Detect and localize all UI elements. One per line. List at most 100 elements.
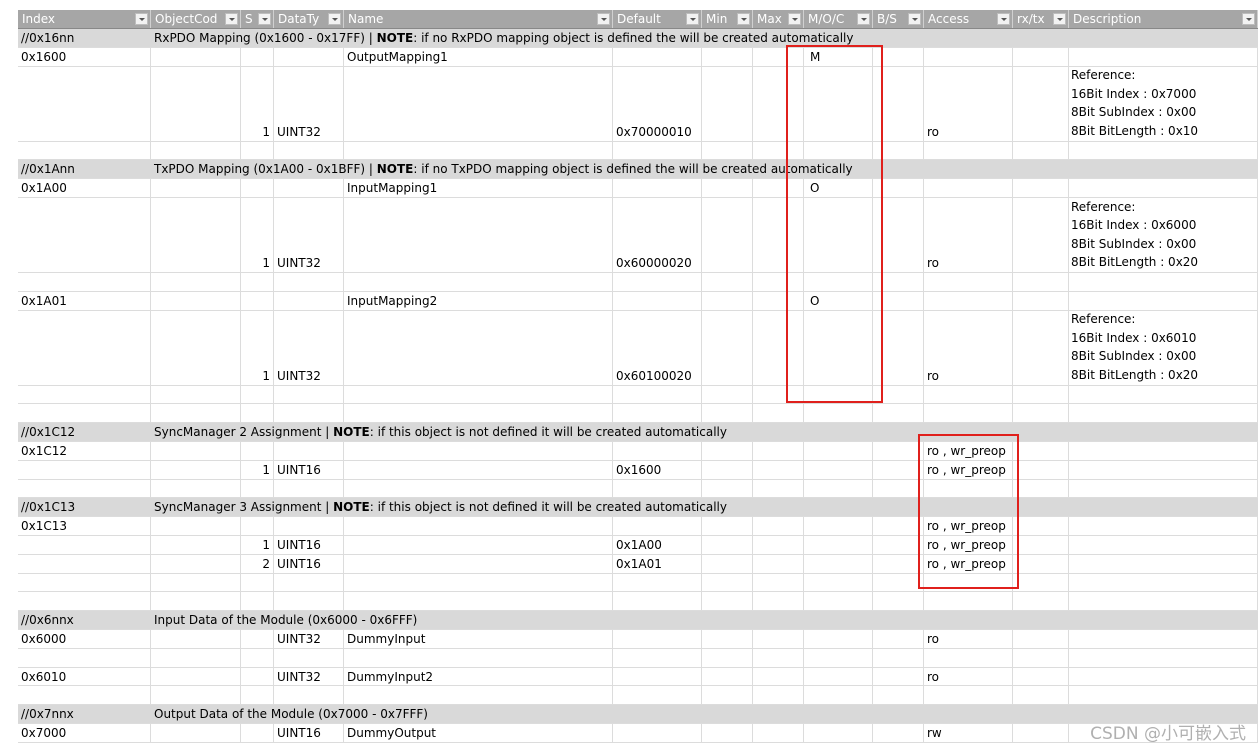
cell-desc[interactable] [1069,573,1258,592]
filter-dropdown-icon[interactable] [686,13,699,25]
cell-min[interactable] [702,310,753,385]
cell-ocode[interactable] [151,66,241,141]
cell-dtype[interactable] [274,517,344,535]
cell-sub[interactable] [241,686,274,705]
cell-moc[interactable] [804,404,873,423]
cell-moc[interactable] [804,310,873,385]
cell-max[interactable] [753,479,804,498]
cell-name[interactable] [344,441,613,460]
cell-ocode[interactable] [151,535,241,554]
cell-max[interactable] [753,441,804,460]
cell-default[interactable]: 0x60100020 [613,310,702,385]
cell-name[interactable]: InputMapping1 [344,179,613,197]
cell-bs[interactable] [873,385,924,404]
cell-index[interactable]: 0x1A00 [18,179,151,197]
filter-dropdown-icon[interactable] [788,13,801,25]
cell-sub[interactable] [241,141,274,160]
cell-name[interactable]: DummyOutput [344,723,613,742]
cell-rxtx[interactable] [1013,648,1069,667]
cell-bs[interactable] [873,460,924,479]
cell-ocode[interactable] [151,723,241,742]
cell-min[interactable] [702,197,753,272]
cell-bs[interactable] [873,667,924,686]
cell-name[interactable] [344,197,613,272]
column-header-min[interactable]: Min [702,10,753,28]
cell-max[interactable] [753,667,804,686]
cell-default[interactable]: 0x70000010 [613,66,702,141]
cell-sub[interactable]: 1 [241,460,274,479]
cell-name[interactable] [344,686,613,705]
cell-name[interactable] [344,66,613,141]
cell-dtype[interactable]: UINT16 [274,535,344,554]
cell-max[interactable] [753,385,804,404]
cell-name[interactable] [344,385,613,404]
cell-sub[interactable] [241,441,274,460]
cell-moc[interactable] [804,141,873,160]
cell-min[interactable] [702,535,753,554]
cell-rxtx[interactable] [1013,517,1069,535]
cell-name[interactable] [344,648,613,667]
cell-moc[interactable] [804,460,873,479]
cell-moc[interactable] [804,535,873,554]
cell-rxtx[interactable] [1013,554,1069,573]
cell-index[interactable] [18,535,151,554]
cell-rxtx[interactable] [1013,479,1069,498]
cell-rxtx[interactable] [1013,291,1069,310]
cell-moc[interactable] [804,441,873,460]
cell-bs[interactable] [873,554,924,573]
cell-max[interactable] [753,554,804,573]
cell-access[interactable]: ro [924,66,1013,141]
cell-sub[interactable] [241,592,274,611]
cell-dtype[interactable] [274,47,344,66]
filter-dropdown-icon[interactable] [258,13,271,25]
cell-dtype[interactable]: UINT32 [274,310,344,385]
cell-access[interactable]: ro [924,197,1013,272]
cell-ocode[interactable] [151,179,241,197]
cell-index[interactable]: 0x1A01 [18,291,151,310]
cell-ocode[interactable] [151,291,241,310]
cell-default[interactable] [613,648,702,667]
cell-access[interactable]: ro [924,629,1013,648]
cell-access[interactable] [924,404,1013,423]
cell-min[interactable] [702,141,753,160]
cell-moc[interactable] [804,554,873,573]
cell-access[interactable]: rw [924,723,1013,742]
cell-index[interactable]: 0x1C13 [18,517,151,535]
cell-ocode[interactable] [151,404,241,423]
cell-ocode[interactable] [151,441,241,460]
cell-name[interactable]: InputMapping2 [344,291,613,310]
cell-name[interactable] [344,573,613,592]
cell-index[interactable] [18,310,151,385]
cell-ocode[interactable] [151,310,241,385]
cell-desc[interactable] [1069,385,1258,404]
cell-rxtx[interactable] [1013,535,1069,554]
cell-index[interactable] [18,592,151,611]
cell-dtype[interactable] [274,686,344,705]
cell-access[interactable] [924,573,1013,592]
cell-access[interactable]: ro , wr_preop [924,441,1013,460]
cell-desc[interactable] [1069,291,1258,310]
cell-moc[interactable] [804,629,873,648]
cell-default[interactable]: 0x1600 [613,460,702,479]
cell-rxtx[interactable] [1013,272,1069,291]
cell-desc[interactable] [1069,47,1258,66]
cell-index[interactable]: //0x16nn [18,29,151,47]
column-header-default[interactable]: Default [613,10,702,28]
cell-moc[interactable] [804,517,873,535]
cell-access[interactable] [924,479,1013,498]
cell-access[interactable]: ro , wr_preop [924,517,1013,535]
cell-dtype[interactable]: UINT16 [274,554,344,573]
cell-name[interactable] [344,310,613,385]
cell-desc[interactable] [1069,686,1258,705]
cell-dtype[interactable] [274,479,344,498]
cell-ocode[interactable] [151,47,241,66]
cell-min[interactable] [702,667,753,686]
cell-max[interactable] [753,535,804,554]
cell-sub[interactable]: 2 [241,554,274,573]
cell-default[interactable] [613,667,702,686]
cell-max[interactable] [753,686,804,705]
cell-sub[interactable] [241,291,274,310]
cell-ocode[interactable] [151,554,241,573]
cell-rxtx[interactable] [1013,179,1069,197]
cell-moc[interactable] [804,66,873,141]
